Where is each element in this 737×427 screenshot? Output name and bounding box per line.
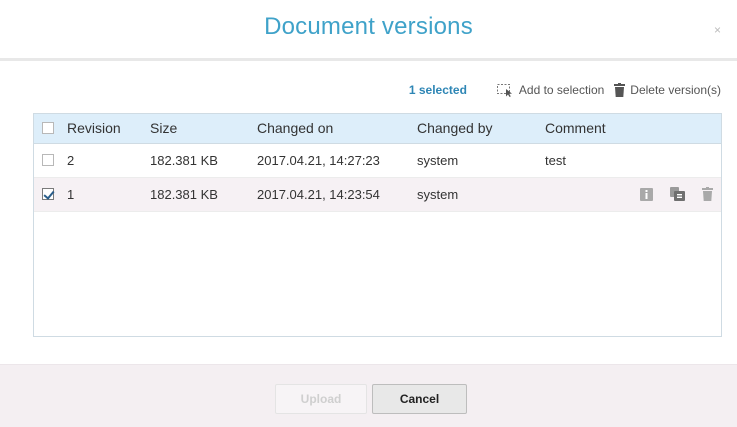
size-cell: 182.381 KB [150,187,218,202]
table-row[interactable]: 2 182.381 KB 2017.04.21, 14:27:23 system… [34,144,721,178]
changed-on-cell: 2017.04.21, 14:23:54 [257,187,380,202]
table-row[interactable]: 1 182.381 KB 2017.04.21, 14:23:54 system [34,178,721,212]
column-header-size[interactable]: Size [150,114,177,143]
versions-toolbar: 1 selected Add to selection Delete versi… [409,80,721,100]
column-header-revision[interactable]: Revision [67,114,121,143]
dialog-header: Document versions × [0,0,737,61]
delete-version-icon[interactable] [702,187,713,201]
delete-versions-button[interactable]: Delete version(s) [614,83,721,97]
revision-cell: 2 [67,153,75,168]
column-header-changed-by[interactable]: Changed by [417,114,493,143]
changed-by-cell: system [417,153,459,168]
trash-icon [614,83,626,97]
add-to-selection-button[interactable]: Add to selection [496,83,605,97]
close-icon[interactable]: × [714,23,721,37]
row-checkbox[interactable] [42,188,54,200]
changed-by-cell: system [417,187,459,202]
dialog-footer: Upload Cancel [0,364,737,427]
row-checkbox[interactable] [42,154,54,166]
upload-button[interactable]: Upload [275,384,367,414]
column-header-comment[interactable]: Comment [545,114,606,143]
comment-cell: test [545,153,566,168]
select-all-checkbox[interactable] [42,122,54,134]
dialog-title: Document versions [264,13,473,40]
add-selection-icon [496,83,512,97]
selected-count: 1 selected [408,83,467,97]
restore-version-icon[interactable] [670,187,685,201]
changed-on-cell: 2017.04.21, 14:27:23 [257,153,380,168]
delete-versions-label: Delete version(s) [630,83,721,97]
size-cell: 182.381 KB [150,153,218,168]
revision-cell: 1 [67,187,75,202]
column-header-changed-on[interactable]: Changed on [257,114,333,143]
cancel-button[interactable]: Cancel [372,384,467,414]
table-header: Revision Size Changed on Changed by Comm… [34,114,721,144]
add-to-selection-label: Add to selection [518,83,605,97]
document-versions-dialog: Document versions × 1 selected Add to se… [0,0,737,427]
info-icon[interactable] [640,187,653,201]
versions-table: Revision Size Changed on Changed by Comm… [33,113,722,337]
row-actions [623,187,713,201]
